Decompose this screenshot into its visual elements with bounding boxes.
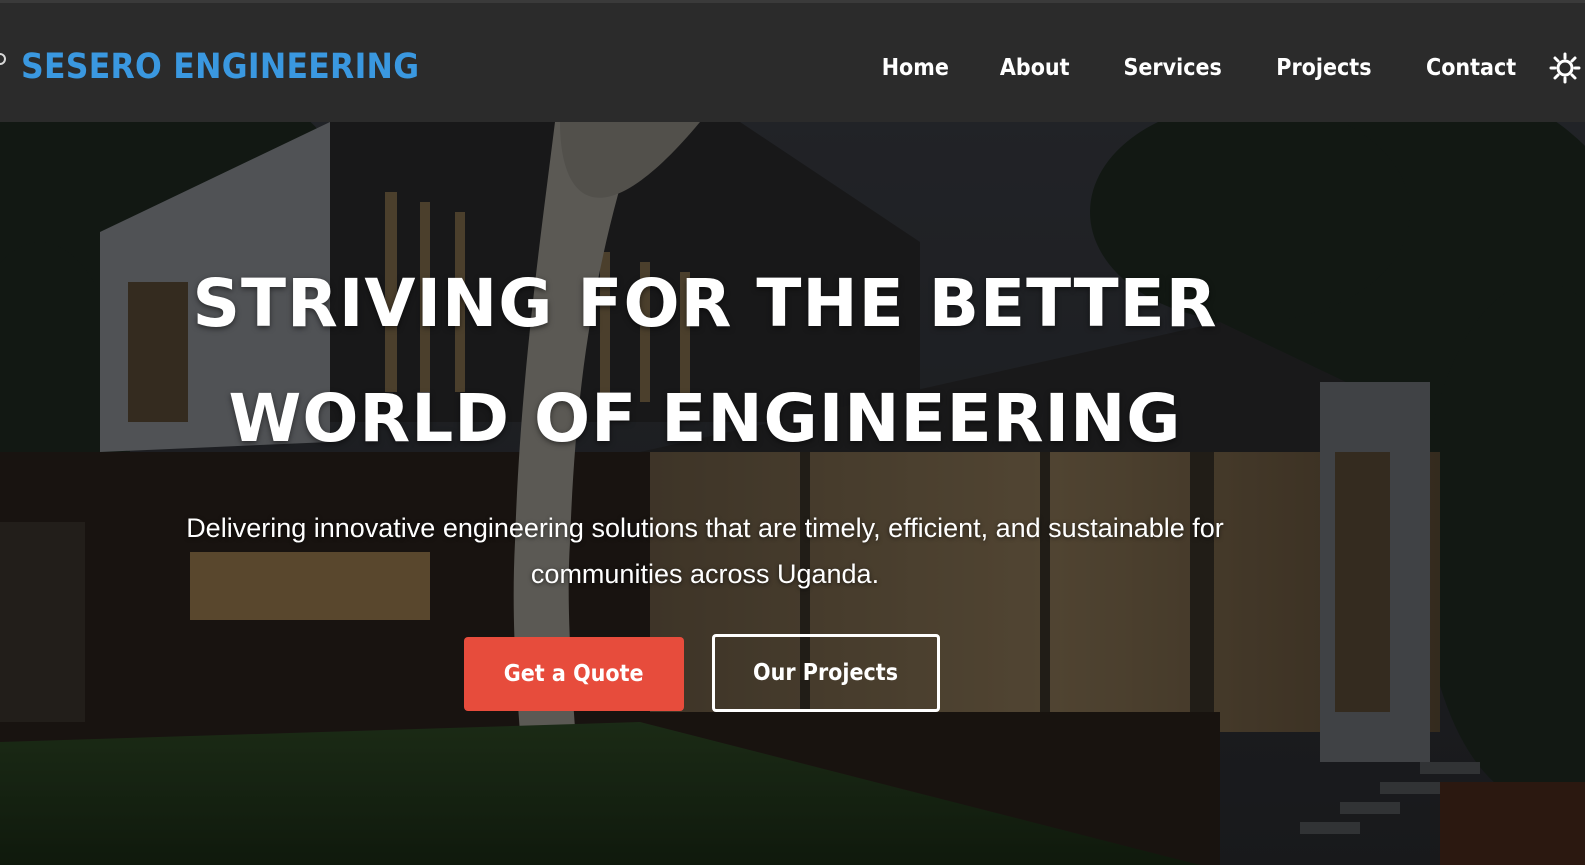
get-a-quote-button[interactable]: Get a Quote (464, 637, 684, 711)
brand[interactable]: SESERO ENGINEERING (0, 43, 464, 91)
brand-name[interactable]: SESERO ENGINEERING (21, 47, 419, 87)
main-nav: Home About Services Projects Contact (878, 48, 1585, 88)
hero-title-line-1: STRIVING FOR THE BETTER (192, 265, 1218, 342)
logo-icon (0, 43, 18, 91)
theme-toggle-button[interactable] (1549, 48, 1585, 88)
nav-contact[interactable]: Contact (1426, 55, 1516, 81)
hero-title-line-2: WORLD OF ENGINEERING (228, 380, 1182, 457)
hero-background-image (0, 122, 1585, 865)
sun-icon (1549, 52, 1581, 84)
nav-projects[interactable]: Projects (1276, 55, 1371, 81)
hero-section (0, 122, 1585, 865)
nav-services[interactable]: Services (1123, 55, 1221, 81)
top-navbar: SESERO ENGINEERING Home About Services P… (0, 0, 1585, 122)
page: SESERO ENGINEERING Home About Services P… (0, 0, 1585, 865)
nav-about[interactable]: About (1000, 55, 1070, 81)
our-projects-label: Our Projects (753, 660, 899, 686)
nav-home[interactable]: Home (881, 55, 948, 81)
our-projects-button[interactable]: Our Projects (712, 634, 940, 712)
get-a-quote-label: Get a Quote (504, 661, 644, 687)
hero-subtitle: Delivering innovative engineering soluti… (186, 513, 1224, 589)
